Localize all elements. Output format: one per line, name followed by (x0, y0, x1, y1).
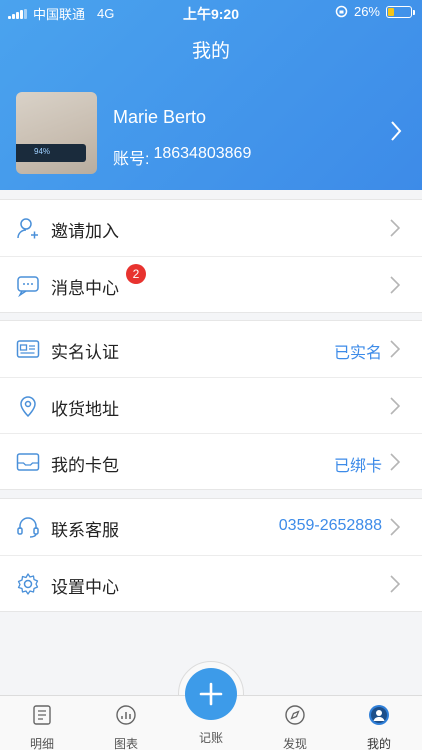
menu-item-address[interactable]: 收货地址 (0, 377, 422, 433)
menu-item-label: 邀请加入 (51, 222, 119, 241)
tab-mine[interactable]: 我的 (349, 704, 409, 750)
card-wallet-icon (16, 453, 40, 471)
chevron-right-icon (390, 219, 400, 237)
menu-item-verify[interactable]: 实名认证 已实名 (0, 321, 422, 377)
tab-label: 发现 (282, 737, 307, 750)
tab-discover[interactable]: 发现 (265, 704, 325, 750)
menu-item-label: 消息中心 (51, 279, 119, 298)
headset-icon (17, 517, 39, 538)
status-bar: 中国联通 4G 上午9:20 26% (0, 0, 422, 24)
chart-icon (116, 705, 136, 725)
avatar[interactable]: 94% (16, 92, 97, 174)
tab-label: 我的 (366, 737, 391, 750)
profile-header: 中国联通 4G 上午9:20 26% 我的 94% Marie Berto 账号… (0, 0, 422, 190)
menu-group-2: 实名认证 已实名 收货地址 我的卡包 已绑卡 (0, 320, 422, 490)
id-card-icon (16, 340, 40, 358)
menu-item-label: 实名认证 (51, 343, 119, 362)
add-user-icon (17, 218, 38, 239)
menu-item-label: 收货地址 (51, 400, 119, 419)
menu-item-invite[interactable]: 邀请加入 (0, 200, 422, 256)
menu-item-messages[interactable]: 消息中心 2 (0, 256, 422, 312)
menu-item-support[interactable]: 联系客服 0359-2652888 (0, 499, 422, 555)
compass-icon (285, 705, 305, 725)
account-number: 18634803869 (153, 145, 252, 162)
chevron-right-icon (390, 453, 400, 471)
tab-details[interactable]: 明细 (12, 704, 72, 750)
verify-status: 已实名 (333, 345, 382, 362)
unread-badge: 2 (126, 264, 146, 284)
menu-item-label: 设置中心 (51, 578, 119, 597)
menu-item-label: 联系客服 (51, 521, 119, 540)
tab-charts[interactable]: 图表 (96, 704, 156, 750)
menu-item-settings[interactable]: 设置中心 (0, 555, 422, 611)
chevron-right-icon (390, 276, 400, 294)
chevron-right-icon (390, 397, 400, 415)
message-icon (17, 276, 39, 297)
profile-card[interactable]: 94% Marie Berto 账号: 18634803869 (0, 88, 422, 178)
chevron-right-icon (390, 340, 400, 358)
chevron-right-icon (390, 575, 400, 593)
account-label: 账号: (113, 151, 150, 168)
account-info: 账号: 18634803869 (113, 145, 251, 169)
tab-label: 图表 (113, 737, 138, 750)
support-phone[interactable]: 0359-2652888 (279, 517, 382, 535)
menu-group-3: 联系客服 0359-2652888 设置中心 (0, 498, 422, 612)
orientation-lock-icon (335, 5, 348, 18)
page-title: 我的 (191, 41, 230, 62)
chevron-right-icon (391, 121, 402, 141)
menu-item-label: 我的卡包 (51, 456, 119, 475)
tab-label-record: 记账 (198, 731, 223, 745)
menu-item-wallet[interactable]: 我的卡包 已绑卡 (0, 433, 422, 489)
menu-group-1: 邀请加入 消息中心 2 (0, 199, 422, 313)
battery-percent: 26% (353, 4, 380, 19)
details-icon (33, 705, 51, 725)
chevron-right-icon (390, 518, 400, 536)
gear-icon (17, 573, 39, 595)
avatar-overlay-text: 94% (34, 147, 51, 156)
location-pin-icon (20, 396, 36, 418)
battery-icon (386, 5, 415, 18)
plus-icon (199, 682, 223, 706)
record-button[interactable] (185, 668, 237, 720)
user-name: Marie Berto (113, 107, 207, 127)
tab-label: 明细 (29, 737, 54, 750)
wallet-status: 已绑卡 (333, 458, 382, 475)
user-profile-icon (369, 705, 389, 725)
